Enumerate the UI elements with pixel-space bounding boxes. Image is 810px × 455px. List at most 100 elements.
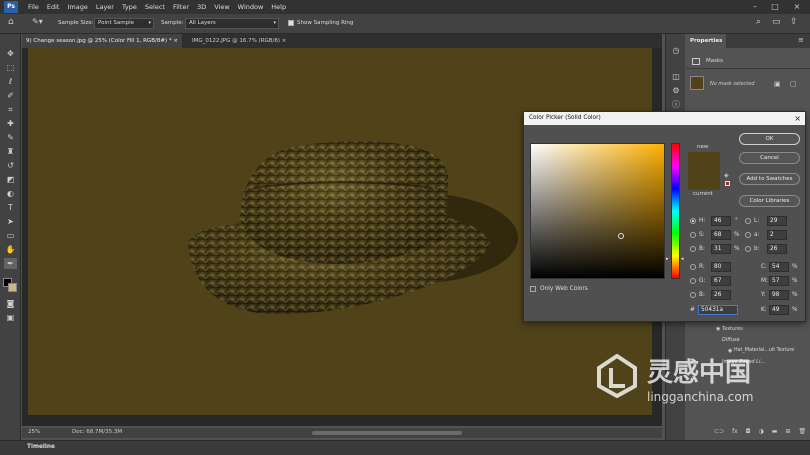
only-web-colors-checkbox[interactable] xyxy=(530,286,536,292)
color-libraries-button[interactable]: Color Libraries xyxy=(739,195,800,207)
brush-tool-icon[interactable]: ✎ xyxy=(4,132,17,143)
panel-menu-icon[interactable]: ≡ xyxy=(798,36,804,44)
screen-mode-icon[interactable]: ▣ xyxy=(4,312,17,323)
current-color-swatch[interactable] xyxy=(688,171,720,190)
path-select-icon[interactable]: ➤ xyxy=(4,216,17,227)
hue-slider[interactable] xyxy=(671,143,680,279)
radio-b[interactable] xyxy=(690,246,696,252)
menu-layer[interactable]: Layer xyxy=(96,3,114,11)
color-sample-ring[interactable] xyxy=(618,233,624,239)
ok-button[interactable]: OK xyxy=(739,133,800,145)
close-icon[interactable]: × xyxy=(282,38,287,44)
radio-l[interactable] xyxy=(745,218,751,224)
close-icon[interactable]: × xyxy=(794,112,801,125)
b-input[interactable]: 31 xyxy=(711,244,731,254)
tab-properties[interactable]: Properties xyxy=(686,34,727,48)
shape-tool-icon[interactable]: ▭ xyxy=(4,230,17,241)
pixel-mask-icon[interactable]: ▣ xyxy=(774,80,781,88)
add-to-swatches-button[interactable]: Add to Swatches xyxy=(739,173,800,185)
menu-file[interactable]: File xyxy=(28,3,39,11)
tab-change-season[interactable]: 9) Change season.jpg @ 25% (Color Fill 1… xyxy=(22,34,182,48)
marquee-tool-icon[interactable]: ⬚ xyxy=(4,62,17,73)
eye-icon[interactable]: ◉ xyxy=(716,326,720,332)
mask-add-icon[interactable]: ◘ xyxy=(746,428,751,440)
radio-a[interactable] xyxy=(745,232,751,238)
healing-tool-icon[interactable]: ✚ xyxy=(4,118,17,129)
quick-mask-icon[interactable]: ◙ xyxy=(4,298,17,309)
fx-icon[interactable]: fx xyxy=(732,428,738,440)
layer-diffuse[interactable]: Diffuse xyxy=(722,337,740,343)
radio-lab-b[interactable] xyxy=(745,246,751,252)
menu-3d[interactable]: 3D xyxy=(197,3,206,11)
tab-img-0122[interactable]: IMG_0122.JPG @ 16.7% (RGB/8) × xyxy=(188,34,298,48)
a-input[interactable]: 2 xyxy=(767,230,787,240)
layer-textures[interactable]: Textures xyxy=(722,326,743,332)
radio-s[interactable] xyxy=(690,232,696,238)
trash-icon[interactable]: 🗑 xyxy=(798,428,806,440)
web-safe-warning-icon[interactable] xyxy=(725,181,730,186)
timeline-tab[interactable]: Timeline xyxy=(27,444,55,450)
radio-r[interactable] xyxy=(690,264,696,270)
home-icon[interactable]: ⌂ xyxy=(8,17,20,29)
menu-select[interactable]: Select xyxy=(145,3,165,11)
move-tool-icon[interactable]: ✥ xyxy=(4,48,17,59)
saturation-brightness-field[interactable] xyxy=(530,143,665,279)
sample-size-select[interactable]: Point Sample ▾ xyxy=(94,18,154,29)
gradient-tool-icon[interactable]: ◐ xyxy=(4,188,17,199)
menu-help[interactable]: Help xyxy=(271,3,286,11)
info-icon[interactable]: ⓘ xyxy=(670,100,682,110)
show-ring-checkbox[interactable] xyxy=(288,20,294,26)
y-input[interactable]: 98 xyxy=(769,290,789,300)
m-input[interactable]: 57 xyxy=(769,276,789,286)
k-input[interactable]: 49 xyxy=(769,305,789,315)
new-layer-icon[interactable]: ⊞ xyxy=(785,428,790,440)
workspace-icon[interactable]: ▭ xyxy=(772,17,781,27)
menu-type[interactable]: Type xyxy=(122,3,137,11)
vector-mask-icon[interactable]: ▢ xyxy=(790,80,797,88)
eyedropper-preset-icon[interactable]: ✎▾ xyxy=(32,17,46,29)
background-color-swatch[interactable] xyxy=(8,283,17,292)
radio-g[interactable] xyxy=(690,278,696,284)
menu-image[interactable]: Image xyxy=(67,3,87,11)
g-input[interactable]: 67 xyxy=(711,276,731,286)
lab-b-input[interactable]: 26 xyxy=(767,244,787,254)
eyedropper-tool-icon[interactable]: ✒ xyxy=(4,258,17,269)
type-tool-icon[interactable]: T xyxy=(4,202,17,213)
menu-view[interactable]: View xyxy=(214,3,229,11)
blue-input[interactable]: 26 xyxy=(711,290,731,300)
h-input[interactable]: 46 xyxy=(711,216,731,226)
cancel-button[interactable]: Cancel xyxy=(739,152,800,164)
close-icon[interactable]: × xyxy=(173,38,178,44)
cube-icon[interactable]: ◈ xyxy=(724,172,729,179)
color-panel-icon[interactable]: ◫ xyxy=(670,72,682,82)
stamp-tool-icon[interactable]: ♜ xyxy=(4,146,17,157)
folder-icon[interactable]: ▬ xyxy=(772,428,778,440)
hex-input[interactable]: 50431a xyxy=(698,305,738,315)
photoshop-logo-icon[interactable]: Ps xyxy=(4,1,18,13)
share-icon[interactable]: ⇪ xyxy=(790,17,798,27)
search-icon[interactable]: ⌕ xyxy=(756,17,761,27)
maximize-icon[interactable]: □ xyxy=(766,0,784,14)
minimize-icon[interactable]: – xyxy=(746,0,764,14)
history-icon[interactable]: ◷ xyxy=(670,46,682,56)
history-brush-icon[interactable]: ↺ xyxy=(4,160,17,171)
hand-tool-icon[interactable]: ✋ xyxy=(4,244,17,255)
s-input[interactable]: 68 xyxy=(711,230,731,240)
c-input[interactable]: 54 xyxy=(769,262,789,272)
hue-slider-left-arrow-icon[interactable]: ▸ xyxy=(666,256,669,262)
lasso-tool-icon[interactable]: ℓ xyxy=(4,76,17,87)
menu-filter[interactable]: Filter xyxy=(173,3,189,11)
quick-select-tool-icon[interactable]: ✐ xyxy=(4,90,17,101)
adjustments-icon[interactable]: ⚙ xyxy=(670,86,682,96)
r-input[interactable]: 80 xyxy=(711,262,731,272)
l-input[interactable]: 29 xyxy=(767,216,787,226)
zoom-level[interactable]: 25% xyxy=(28,429,40,435)
window-close-icon[interactable]: × xyxy=(788,0,806,14)
menu-edit[interactable]: Edit xyxy=(47,3,60,11)
horizontal-scrollbar[interactable] xyxy=(312,431,462,435)
radio-h[interactable] xyxy=(690,218,696,224)
radio-blue[interactable] xyxy=(690,292,696,298)
link-icon[interactable]: ⊂⊃ xyxy=(714,428,724,440)
hue-slider-right-arrow-icon[interactable]: ◂ xyxy=(681,256,684,262)
adjustment-layer-icon[interactable]: ◑ xyxy=(758,428,763,440)
